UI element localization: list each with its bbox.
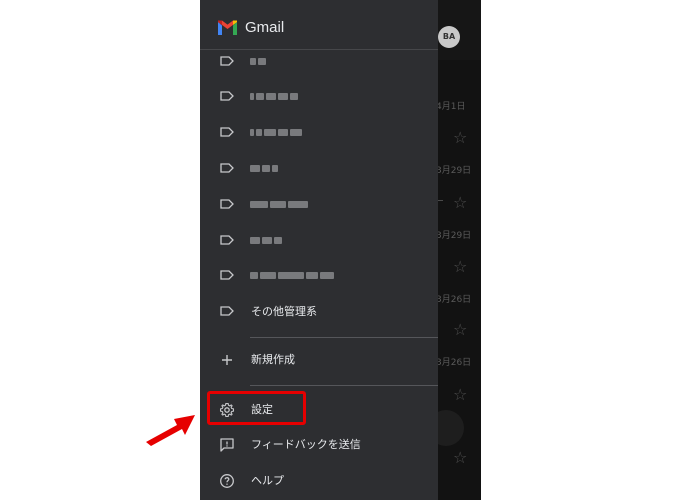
sidebar-item-other-labels[interactable]: その他管理系 bbox=[200, 297, 438, 327]
help-icon bbox=[220, 474, 234, 488]
label-icon bbox=[220, 270, 234, 280]
sidebar-item-label: 新規作成 bbox=[251, 353, 295, 366]
settings-highlight-box bbox=[207, 391, 306, 425]
sidebar-label-item[interactable] bbox=[200, 261, 438, 291]
create-new-label-button[interactable]: 新規作成 bbox=[200, 345, 438, 375]
divider bbox=[250, 337, 438, 338]
email-snippet-dash bbox=[438, 200, 443, 201]
email-date: 3月29日 bbox=[436, 231, 472, 241]
star-icon[interactable]: ☆ bbox=[453, 320, 467, 339]
label-icon bbox=[220, 91, 234, 101]
star-icon[interactable]: ☆ bbox=[453, 193, 467, 212]
redacted-label-text bbox=[250, 237, 282, 244]
sidebar-label-item[interactable] bbox=[200, 82, 438, 112]
email-date: 3月29日 bbox=[436, 166, 472, 176]
sidebar-label-item[interactable] bbox=[200, 118, 438, 148]
label-icon bbox=[220, 163, 234, 173]
redacted-label-text bbox=[250, 272, 334, 279]
navigation-drawer: Gmail その他管理系 新規作成 設定 フィードバックを送信 ヘルプ bbox=[200, 0, 438, 500]
app-title: Gmail bbox=[245, 19, 285, 36]
sidebar-label-item[interactable] bbox=[200, 154, 438, 184]
plus-icon bbox=[222, 355, 232, 365]
sidebar-label-item[interactable] bbox=[200, 190, 438, 220]
star-icon[interactable]: ☆ bbox=[453, 448, 467, 467]
redacted-label-text bbox=[250, 58, 266, 65]
star-icon[interactable]: ☆ bbox=[453, 385, 467, 404]
divider bbox=[250, 385, 438, 386]
star-icon[interactable]: ☆ bbox=[453, 128, 467, 147]
feedback-icon bbox=[220, 438, 234, 452]
email-date: 3月26日 bbox=[436, 358, 472, 368]
sidebar-item-label: フィードバックを送信 bbox=[251, 438, 361, 451]
email-date: 4月1日 bbox=[436, 102, 466, 112]
label-icon bbox=[220, 56, 234, 66]
send-feedback-button[interactable]: フィードバックを送信 bbox=[200, 430, 438, 460]
label-icon bbox=[220, 306, 234, 316]
sidebar-label-item[interactable] bbox=[200, 47, 438, 77]
redacted-label-text bbox=[250, 129, 302, 136]
label-icon bbox=[220, 127, 234, 137]
email-date: 3月26日 bbox=[436, 295, 472, 305]
gmail-logo-icon bbox=[218, 20, 237, 35]
sidebar-label-item[interactable] bbox=[200, 226, 438, 256]
redacted-label-text bbox=[250, 93, 298, 100]
redacted-label-text bbox=[250, 201, 308, 208]
avatar[interactable]: BA bbox=[438, 26, 460, 48]
pointer-arrow-icon bbox=[146, 415, 195, 446]
help-button[interactable]: ヘルプ bbox=[200, 466, 438, 496]
sidebar-item-label: その他管理系 bbox=[251, 305, 317, 318]
redacted-label-text bbox=[250, 165, 278, 172]
label-icon bbox=[220, 235, 234, 245]
label-icon bbox=[220, 199, 234, 209]
drawer-header: Gmail bbox=[200, 0, 438, 50]
sidebar-item-label: ヘルプ bbox=[251, 474, 284, 487]
star-icon[interactable]: ☆ bbox=[453, 257, 467, 276]
